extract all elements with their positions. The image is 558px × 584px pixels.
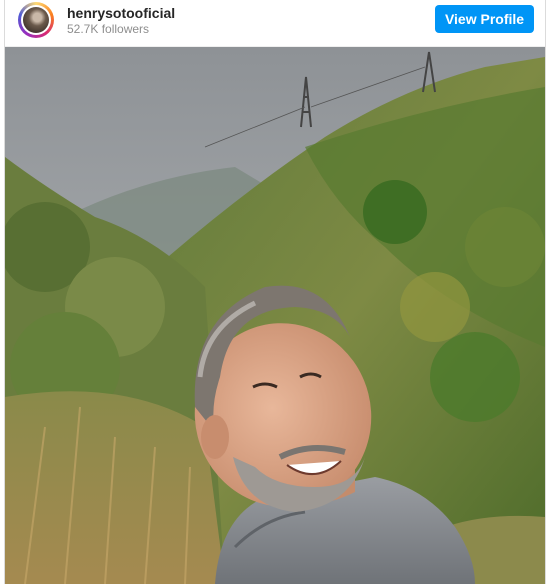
avatar[interactable] <box>18 2 54 38</box>
username-link[interactable]: henrysotooficial <box>67 5 175 21</box>
post-photo[interactable] <box>5 47 545 584</box>
post-header: henrysotooficial 52.7K followers View Pr… <box>5 0 545 47</box>
follower-count: 52.7K followers <box>67 22 150 36</box>
view-profile-button[interactable]: View Profile <box>435 5 534 33</box>
avatar-border <box>21 5 51 35</box>
avatar-image <box>23 7 49 33</box>
post-photo-image <box>5 47 545 584</box>
instagram-embed-card: henrysotooficial 52.7K followers View Pr… <box>4 0 546 584</box>
